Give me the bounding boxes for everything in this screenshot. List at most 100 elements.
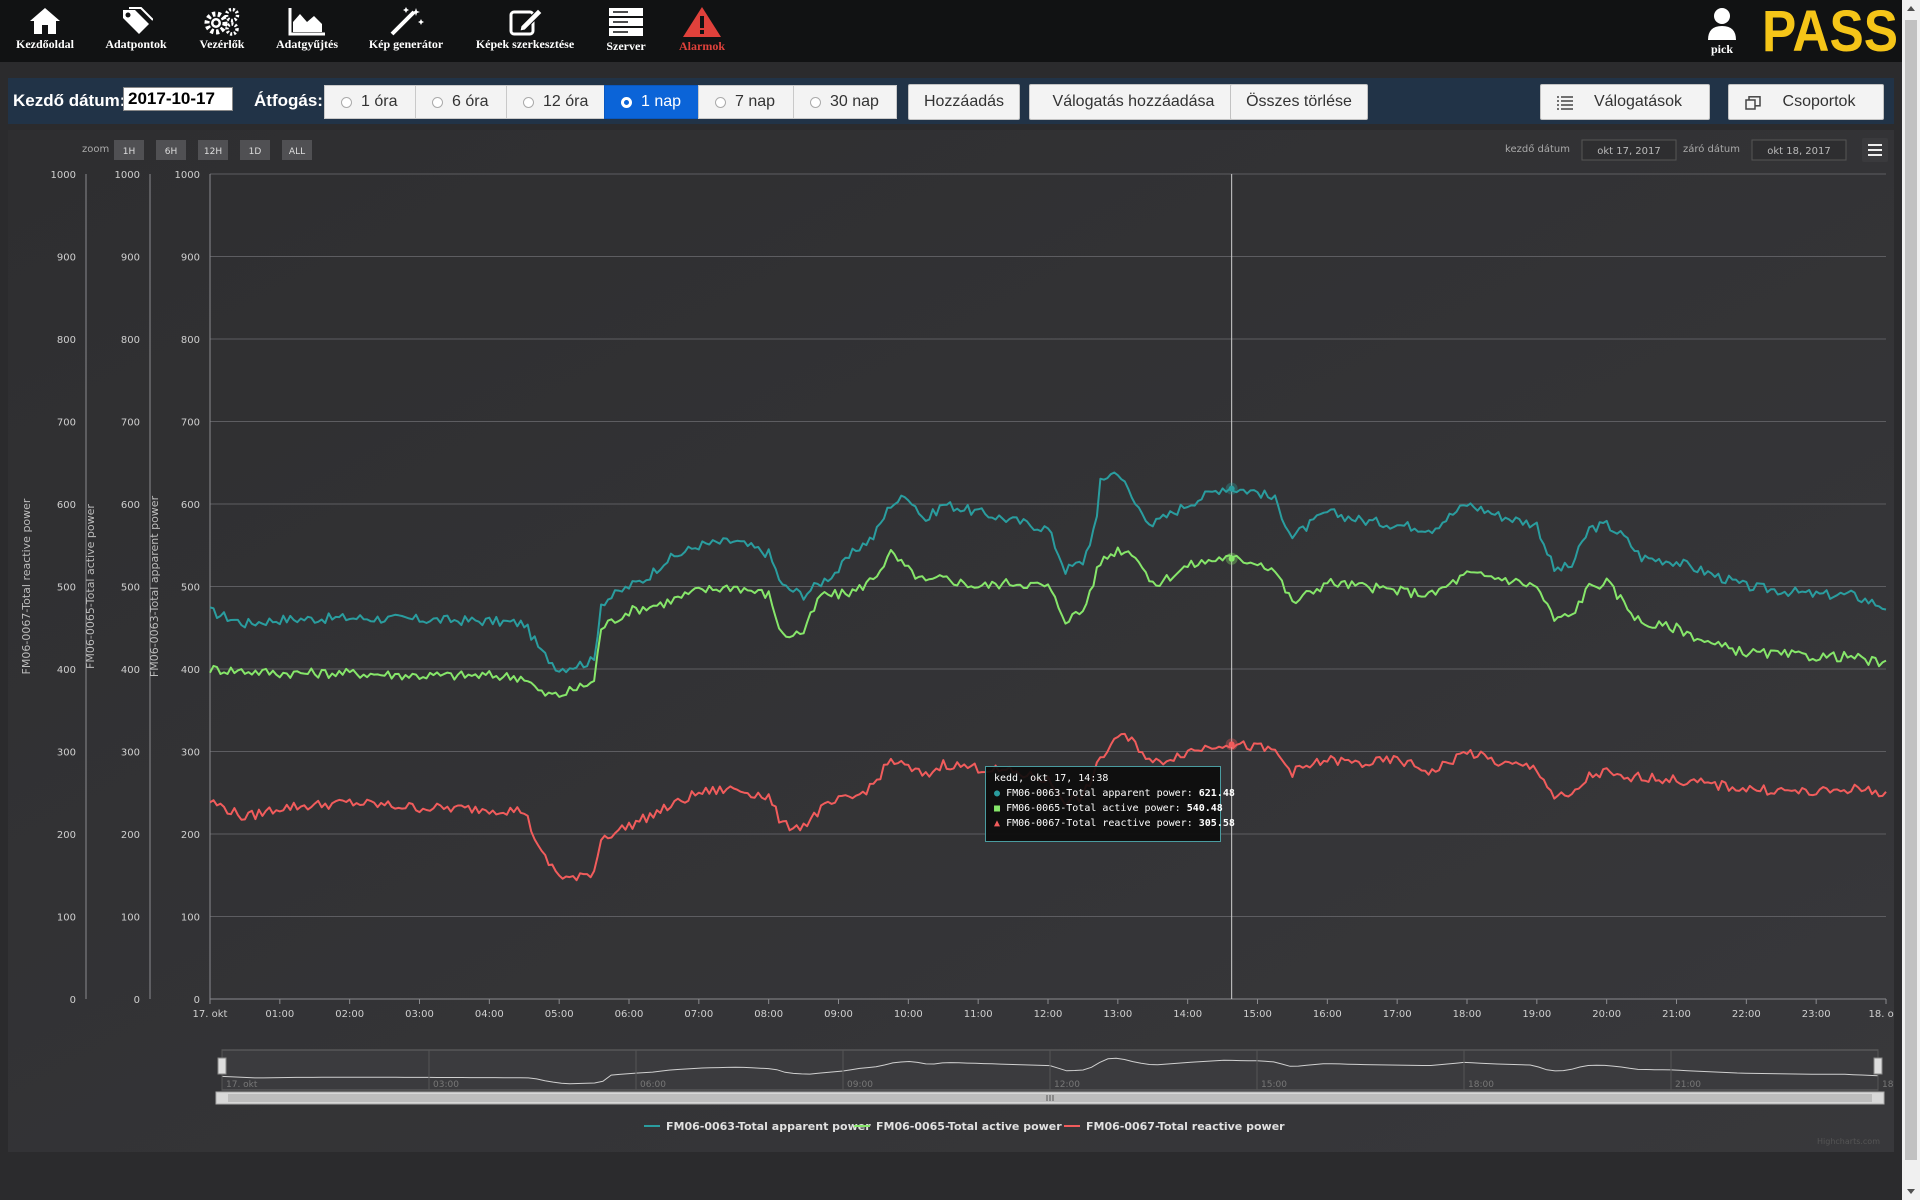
radio-icon	[810, 97, 821, 108]
scroll-down-arrow-icon[interactable]	[1907, 1189, 1915, 1194]
y-tick-label: 800	[57, 335, 76, 346]
nav-data-collection[interactable]: Adatgyűjtés	[272, 4, 342, 60]
svg-text:6H: 6H	[165, 147, 178, 157]
x-tick-label: 12:00	[1034, 1009, 1063, 1020]
x-tick-label: 07:00	[684, 1009, 713, 1020]
y-axis-title: FM06-0065-Total active power	[84, 504, 97, 669]
navigator-label: 15:00	[1261, 1080, 1287, 1090]
user-icon	[1708, 8, 1736, 40]
legend-item[interactable]: FM06-0067-Total reactive power	[1086, 1120, 1285, 1133]
nav-controllers[interactable]: Vezérlők	[193, 4, 251, 60]
nav-server[interactable]: Szerver	[600, 4, 652, 60]
x-tick-label: 19:00	[1522, 1009, 1551, 1020]
x-tick-label: 16:00	[1313, 1009, 1342, 1020]
y-tick-label: 300	[121, 748, 140, 759]
y-tick-label: 700	[181, 418, 200, 429]
clear-all-button[interactable]: Összes törlése	[1230, 84, 1368, 120]
nav-datapoints[interactable]: Adatpontok	[100, 4, 172, 60]
nav-label: Alarmok	[679, 39, 725, 53]
y-tick-label: 100	[181, 913, 200, 924]
top-navigation-bar: Kezdőoldal Adatpontok Vezérlők Adatgyűjt…	[0, 0, 1902, 62]
span-label: Átfogás:	[254, 91, 323, 110]
y-tick-label: 200	[121, 830, 140, 841]
y-tick-label: 300	[181, 748, 200, 759]
nav-image-generator[interactable]: Kép generátor	[365, 4, 447, 60]
export-menu-icon[interactable]	[1862, 138, 1888, 162]
toolbar: Kezdő dátum: 2017-10-17 Átfogás: 1 óra 6…	[8, 78, 1894, 124]
start-date-input[interactable]: 2017-10-17	[123, 87, 233, 111]
x-tick-label: 21:00	[1662, 1009, 1691, 1020]
svg-text:ALL: ALL	[289, 147, 305, 157]
nav-label: Kép generátor	[368, 37, 444, 51]
to-date-label: záró dátum	[1683, 143, 1740, 155]
add-selection-button[interactable]: Válogatás hozzáadása	[1029, 84, 1238, 120]
page-scrollbar[interactable]	[1902, 0, 1920, 1200]
y-axis-title: FM06-0067-Total reactive power	[20, 498, 33, 674]
user-menu[interactable]: pick	[1702, 4, 1742, 57]
y-tick-label: 200	[181, 830, 200, 841]
warning-icon	[683, 7, 721, 37]
x-tick-label: 23:00	[1802, 1009, 1831, 1020]
groups-button[interactable]: Csoportok	[1728, 84, 1884, 120]
scroll-up-arrow-icon[interactable]	[1907, 6, 1915, 11]
y-tick-label: 0	[70, 995, 76, 1006]
range-1-hour[interactable]: 1 óra	[324, 85, 416, 119]
zoom-1d-button[interactable]: 1D	[240, 140, 270, 160]
x-tick-label: 17:00	[1383, 1009, 1412, 1020]
add-button[interactable]: Hozzáadás	[908, 84, 1020, 120]
y-tick-label: 400	[57, 665, 76, 676]
start-date-label: Kezdő dátum:	[13, 91, 126, 110]
from-date-input[interactable]: okt 17, 2017	[1581, 139, 1677, 161]
zoom-1h-button[interactable]: 1H	[114, 140, 144, 160]
tooltip-row: ● FM06-0063-Total apparent power: 621.48	[994, 788, 1235, 799]
svg-text:1D: 1D	[249, 147, 262, 157]
nav-home[interactable]: Kezdőoldal	[10, 4, 80, 60]
hover-marker	[1228, 741, 1235, 748]
x-tick-label: 09:00	[824, 1009, 853, 1020]
clone-icon	[1745, 96, 1761, 110]
y-tick-label: 400	[121, 665, 140, 676]
edit-icon	[509, 8, 543, 36]
range-30-days[interactable]: 30 nap	[793, 85, 897, 119]
y-tick-label: 1000	[115, 170, 140, 181]
y-tick-label: 300	[57, 748, 76, 759]
range-7-days[interactable]: 7 nap	[698, 85, 794, 119]
navigator[interactable]: 17. okt 03:00 06:00 09:00 12:00 15:00 18:00 21:…	[215, 1049, 1894, 1105]
legend: FM06-0063-Total apparent power FM06-0065-…	[644, 1120, 1285, 1133]
x-tick-label: 11:00	[964, 1009, 993, 1020]
credits[interactable]: Highcharts.com	[1817, 1137, 1880, 1146]
to-date-input[interactable]: okt 18, 2017	[1751, 139, 1847, 161]
scrollbar-thumb[interactable]	[1905, 20, 1917, 1160]
x-tick-label: 14:00	[1173, 1009, 1202, 1020]
hover-marker	[1228, 485, 1235, 492]
range-1-day[interactable]: 1 nap	[604, 85, 699, 119]
y-tick-label: 500	[121, 583, 140, 594]
zoom-all-button[interactable]: ALL	[282, 140, 312, 160]
x-tick-label: 20:00	[1592, 1009, 1621, 1020]
chart-panel: zoom 1H 6H 12H 1D ALL kezdő dátum okt 17…	[8, 130, 1894, 1152]
stock-chart[interactable]: zoom 1H 6H 12H 1D ALL kezdő dátum okt 17…	[8, 130, 1894, 1152]
zoom-6h-button[interactable]: 6H	[156, 140, 186, 160]
radio-icon	[341, 97, 352, 108]
area-chart-icon	[288, 8, 325, 36]
radio-icon	[432, 97, 443, 108]
range-12-hours[interactable]: 12 óra	[506, 85, 605, 119]
y-tick-label: 700	[57, 418, 76, 429]
y-tick-label: 200	[57, 830, 76, 841]
zoom-12h-button[interactable]: 12H	[198, 140, 228, 160]
zoom-label: zoom	[82, 144, 109, 155]
radio-icon	[523, 97, 534, 108]
nav-label: Adatgyűjtés	[276, 37, 338, 51]
legend-item[interactable]: FM06-0065-Total active power	[876, 1120, 1062, 1133]
y-tick-label: 0	[134, 995, 140, 1006]
nav-image-editor[interactable]: Képek szerkesztése	[472, 4, 578, 60]
y-tick-label: 600	[57, 500, 76, 511]
selections-button[interactable]: Válogatások	[1540, 84, 1710, 120]
range-6-hours[interactable]: 6 óra	[415, 85, 507, 119]
x-tick-label: 18. okt	[1869, 1009, 1894, 1020]
x-tick-label: 06:00	[615, 1009, 644, 1020]
x-tick-label: 15:00	[1243, 1009, 1272, 1020]
legend-item[interactable]: FM06-0063-Total apparent power	[666, 1120, 871, 1133]
svg-text:PASS: PASS	[1762, 4, 1898, 58]
nav-alarms[interactable]: Alarmok	[674, 4, 730, 60]
